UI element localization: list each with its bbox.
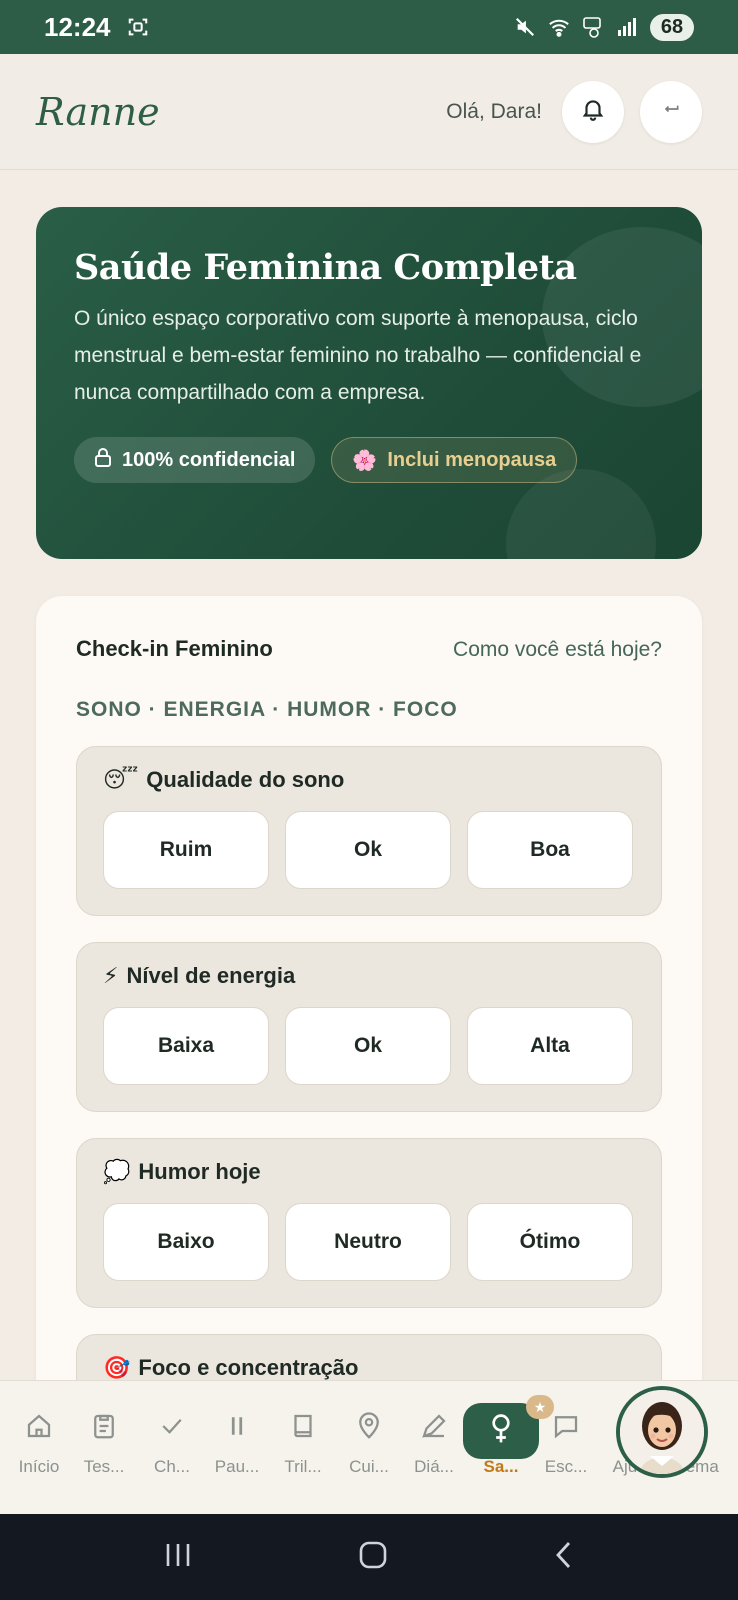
- map-pin-icon: [352, 1409, 386, 1443]
- flower-icon: 🌸: [352, 449, 378, 472]
- nav-item-testes[interactable]: Tes...: [68, 1409, 140, 1499]
- option-button[interactable]: Baixo: [103, 1203, 269, 1281]
- nav-item-inicio[interactable]: Início: [3, 1409, 75, 1499]
- signal-icon: [616, 16, 638, 38]
- question-sleep: 😴 Qualidade do sono Ruim Ok Boa: [76, 746, 662, 916]
- nav-item-cuidados[interactable]: Cui...: [333, 1409, 405, 1499]
- nav-item-checkin[interactable]: Ch...: [136, 1409, 208, 1499]
- nav-label: Sa...: [483, 1457, 519, 1476]
- nav-item-pausa[interactable]: Pau...: [201, 1409, 273, 1499]
- bell-icon: [580, 96, 606, 127]
- hero-banner: Saúde Feminina Completa O único espaço c…: [36, 207, 702, 559]
- 5g-icon: [582, 16, 604, 38]
- battery-level: 68: [650, 13, 694, 41]
- nav-item-diario[interactable]: Diá...: [398, 1409, 470, 1499]
- question-label: Qualidade do sono: [146, 767, 345, 792]
- option-button[interactable]: Neutro: [285, 1203, 451, 1281]
- app-header: Ranne Olá, Dara!: [0, 54, 738, 170]
- sleeping-face-icon: 😴: [103, 767, 139, 792]
- confidential-chip: 100% confidencial: [74, 437, 316, 483]
- checkin-card: Check-in Feminino Como você está hoje? S…: [36, 596, 702, 1504]
- checkin-subtitle: Como você está hoje?: [453, 638, 662, 661]
- wifi-icon: [548, 16, 570, 38]
- nav-item-escuta[interactable]: Esc...: [530, 1409, 602, 1499]
- home-icon: [22, 1409, 56, 1443]
- back-icon[interactable]: [552, 1539, 576, 1576]
- hero-description: O único espaço corporativo com suporte à…: [74, 307, 642, 404]
- option-button[interactable]: Alta: [467, 1007, 633, 1085]
- status-time: 12:24: [44, 11, 111, 42]
- return-arrow-icon: [661, 99, 681, 124]
- logout-button[interactable]: [640, 80, 702, 143]
- checkin-title: Check-in Feminino: [76, 636, 273, 661]
- nav-label: Tril...: [284, 1457, 322, 1476]
- option-button[interactable]: Ótimo: [467, 1203, 633, 1281]
- question-label: Foco e concentração: [138, 1355, 359, 1380]
- option-button[interactable]: Ok: [285, 1007, 451, 1085]
- pause-icon: [220, 1409, 254, 1443]
- recent-apps-icon[interactable]: [162, 1541, 194, 1574]
- menopause-chip: 🌸 Inclui menopausa: [331, 437, 578, 483]
- book-icon: [286, 1409, 320, 1443]
- lock-icon: [94, 447, 112, 473]
- nav-label: Esc...: [544, 1457, 588, 1476]
- nav-item-saude[interactable]: Sa...: [465, 1409, 537, 1499]
- brand-logo: Ranne: [36, 89, 160, 134]
- menopause-chip-label: Inclui menopausa: [387, 448, 557, 471]
- checkin-tags: SONO · ENERGIA · HUMOR · FOCO: [76, 698, 458, 721]
- home-button-icon[interactable]: [357, 1539, 389, 1576]
- thought-bubble-icon: 💭: [103, 1159, 131, 1184]
- pencil-icon: [417, 1409, 451, 1443]
- lightning-icon: ⚡: [103, 963, 119, 988]
- greeting: Olá, Dara!: [446, 99, 542, 123]
- nav-label: Diá...: [414, 1457, 454, 1476]
- nav-label: Tes...: [83, 1457, 125, 1476]
- nav-label: Cui...: [349, 1457, 389, 1476]
- notifications-button[interactable]: [562, 80, 624, 143]
- chat-icon: [549, 1409, 583, 1443]
- clipboard-icon: [87, 1409, 121, 1443]
- assistant-avatar-button[interactable]: [616, 1386, 708, 1478]
- option-button[interactable]: Baixa: [103, 1007, 269, 1085]
- check-icon: [155, 1409, 189, 1443]
- target-icon: 🎯: [103, 1355, 131, 1380]
- confidential-chip-label: 100% confidencial: [122, 448, 296, 471]
- option-button[interactable]: Boa: [467, 811, 633, 889]
- nav-label: Ch...: [154, 1457, 190, 1476]
- mute-icon: [514, 16, 536, 38]
- nav-label: Início: [18, 1457, 60, 1476]
- status-bar: 12:24 68: [0, 0, 738, 54]
- system-nav-bar: [0, 1514, 738, 1600]
- option-button[interactable]: Ok: [285, 811, 451, 889]
- question-label: Humor hoje: [138, 1159, 261, 1184]
- option-button[interactable]: Ruim: [103, 811, 269, 889]
- avatar: [620, 1390, 704, 1474]
- question-label: Nível de energia: [126, 963, 296, 988]
- nav-label: Pau...: [214, 1457, 260, 1476]
- hero-title: Saúde Feminina Completa: [74, 247, 577, 288]
- question-energy: ⚡ Nível de energia Baixa Ok Alta: [76, 942, 662, 1112]
- nav-item-trilhas[interactable]: Tril...: [267, 1409, 339, 1499]
- question-mood: 💭 Humor hoje Baixo Neutro Ótimo: [76, 1138, 662, 1308]
- screenshot-icon: [127, 16, 149, 38]
